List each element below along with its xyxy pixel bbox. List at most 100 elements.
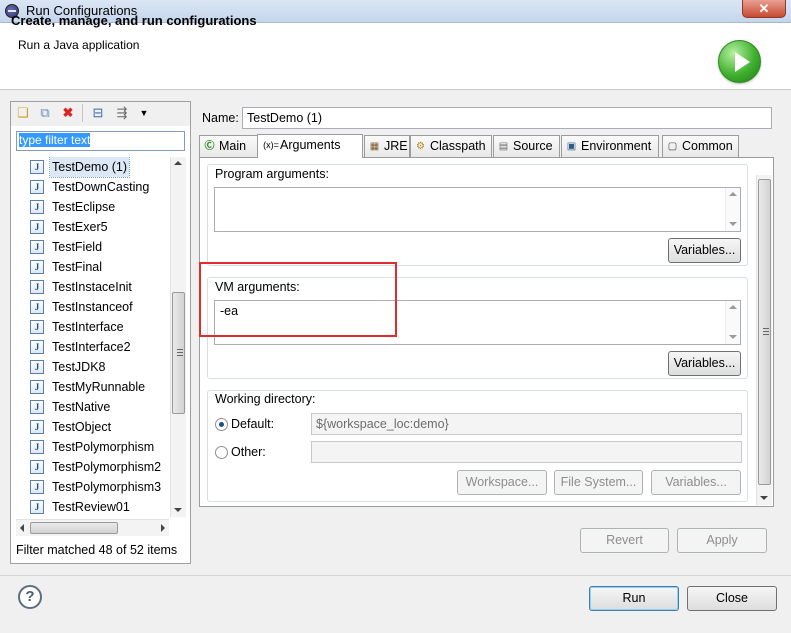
default-radio[interactable]	[215, 418, 228, 431]
close-window-button[interactable]: ✕	[742, 0, 786, 18]
tab-arguments-label: Arguments	[280, 138, 341, 152]
workspace-button[interactable]: Workspace...	[457, 470, 547, 495]
scroll-thumb[interactable]	[172, 292, 185, 414]
apply-button[interactable]: Apply	[677, 528, 767, 553]
tab-common[interactable]: ▢ Common	[662, 135, 739, 157]
filter-icon[interactable]: ⇶	[114, 105, 130, 121]
footer-divider	[0, 575, 791, 576]
tab-source[interactable]: ▤ Source	[493, 135, 560, 157]
java-application-icon: J	[30, 260, 44, 274]
program-variables-button[interactable]: Variables...	[668, 238, 741, 263]
filter-status: Filter matched 48 of 52 items	[16, 543, 178, 557]
tree-item-label: TestInstaceInit	[52, 280, 132, 294]
tree-item-label: TestMyRunnable	[52, 380, 146, 394]
java-application-icon: J	[30, 280, 44, 294]
classpath-tab-icon: ⚙	[416, 141, 425, 152]
tree-item-label: TestDownCasting	[52, 180, 150, 194]
tab-jre-label: JRE	[384, 139, 408, 153]
arguments-vertical-scrollbar[interactable]	[756, 175, 772, 505]
java-application-icon: J	[30, 380, 44, 394]
tab-main[interactable]: Ⓒ Main	[199, 135, 258, 157]
header-title: Create, manage, and run configurations	[11, 13, 257, 28]
name-label: Name:	[202, 111, 239, 125]
tree-item-label: TestDemo (1)	[48, 157, 131, 178]
tree-item-label: TestFinal	[52, 260, 103, 274]
program-arguments-scrollbar[interactable]	[725, 188, 740, 231]
vm-variables-button[interactable]: Variables...	[668, 351, 741, 376]
config-tabs: Ⓒ Main (x)= Arguments ▦ JRE ⚙ Classpath …	[199, 134, 774, 158]
java-application-icon: J	[30, 160, 44, 174]
tab-common-label: Common	[682, 139, 733, 153]
java-application-icon: J	[30, 400, 44, 414]
jre-tab-icon: ▦	[369, 141, 380, 152]
header-subtitle: Run a Java application	[18, 38, 140, 52]
environment-tab-icon: ▣	[566, 141, 577, 152]
h-scroll-thumb[interactable]	[30, 522, 118, 534]
program-arguments-field[interactable]	[214, 187, 741, 232]
tree-item-label: TestReview01	[52, 500, 130, 514]
common-tab-icon: ▢	[667, 141, 678, 152]
run-button[interactable]: Run	[589, 586, 679, 611]
tree-item-label: TestInterface2	[52, 340, 131, 354]
scroll-left-icon[interactable]	[20, 524, 24, 532]
java-application-icon: J	[30, 220, 44, 234]
help-icon[interactable]: ?	[18, 585, 42, 609]
tree-item-label: TestJDK8	[52, 360, 106, 374]
collapse-all-icon[interactable]: ⊟	[90, 105, 106, 121]
java-application-icon: J	[30, 340, 44, 354]
arguments-tab-icon: (x)=	[263, 140, 279, 150]
default-label: Default:	[231, 417, 275, 431]
tree-item-label: TestInterface	[52, 320, 124, 334]
tab-environment[interactable]: ▣ Environment	[561, 135, 659, 157]
working-directory-label: Working directory:	[215, 392, 316, 406]
java-application-icon: J	[30, 440, 44, 454]
java-application-icon: J	[30, 320, 44, 334]
tab-main-label: Main	[219, 139, 247, 153]
scroll-down-icon[interactable]	[174, 508, 182, 512]
source-tab-icon: ▤	[498, 141, 509, 152]
tree-item-label: TestInstanceof	[52, 300, 133, 314]
filter-placeholder: type filter text	[19, 133, 91, 147]
close-button[interactable]: Close	[687, 586, 777, 611]
scroll-up-icon[interactable]	[174, 161, 182, 165]
revert-button[interactable]: Revert	[580, 528, 669, 553]
tree-item-label: TestPolymorphism3	[52, 480, 162, 494]
scroll-right-icon[interactable]	[161, 524, 165, 532]
new-configuration-icon[interactable]: ❏	[15, 105, 31, 121]
name-field[interactable]: TestDemo (1)	[242, 107, 772, 129]
filter-input[interactable]: type filter text	[16, 131, 185, 151]
java-application-icon: J	[30, 360, 44, 374]
tree-item-label: TestNative	[52, 400, 111, 414]
tab-jre[interactable]: ▦ JRE	[364, 135, 410, 157]
tree-horizontal-scrollbar[interactable]	[16, 519, 169, 536]
tree-item-label: TestExer5	[52, 220, 108, 234]
duplicate-icon[interactable]: ⧉	[37, 105, 53, 121]
tab-arguments[interactable]: (x)= Arguments	[257, 134, 363, 158]
chevron-down-icon[interactable]: ▼	[136, 105, 152, 121]
java-application-icon: J	[30, 500, 44, 514]
tree-vertical-scrollbar[interactable]	[170, 157, 186, 517]
tab-environment-label: Environment	[581, 139, 652, 153]
run-icon	[718, 40, 761, 83]
tab-classpath-label: Classpath	[430, 139, 486, 153]
program-arguments-label: Program arguments:	[215, 167, 329, 181]
toolbar-divider	[82, 104, 83, 122]
main-tab-icon: Ⓒ	[204, 141, 215, 152]
java-application-icon: J	[30, 460, 44, 474]
other-radio[interactable]	[215, 446, 228, 459]
header-banner	[0, 23, 791, 90]
arguments-scroll-thumb[interactable]	[758, 179, 771, 485]
java-application-icon: J	[30, 200, 44, 214]
java-application-icon: J	[30, 420, 44, 434]
other-label: Other:	[231, 445, 266, 459]
default-directory-field: ${workspace_loc:demo}	[311, 413, 742, 435]
delete-icon[interactable]: ✖	[60, 105, 76, 121]
arguments-scroll-down-icon[interactable]	[760, 496, 768, 500]
tree-item-label: TestPolymorphism2	[52, 460, 162, 474]
directory-variables-button[interactable]: Variables...	[651, 470, 741, 495]
file-system-button[interactable]: File System...	[554, 470, 643, 495]
java-application-icon: J	[30, 240, 44, 254]
vm-arguments-scrollbar[interactable]	[725, 301, 740, 344]
tab-classpath[interactable]: ⚙ Classpath	[410, 135, 492, 157]
tree-item-label: TestField	[52, 240, 103, 254]
